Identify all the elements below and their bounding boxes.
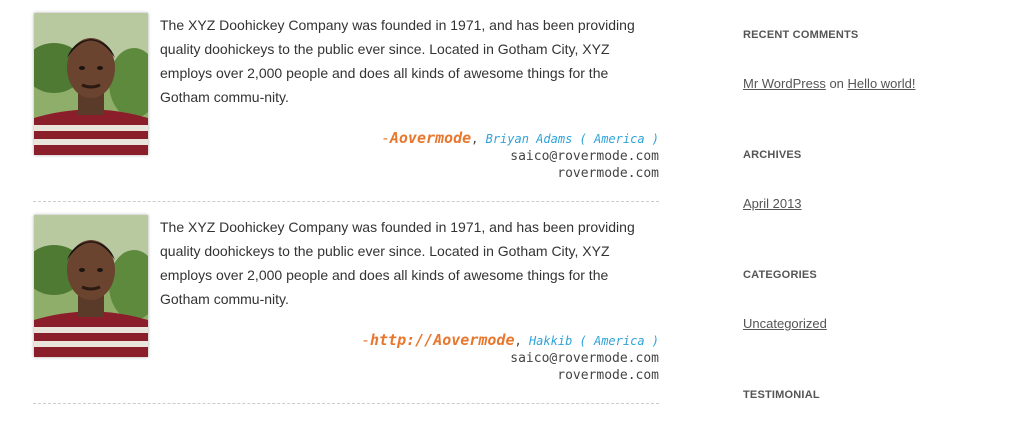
categories-list: Uncategorized xyxy=(743,316,827,331)
author-name: http://Aovermode xyxy=(370,331,515,349)
testimonial-signature: -http://Aovermode, Hakkib ( America ) sa… xyxy=(361,332,659,384)
commenter-link[interactable]: Mr WordPress xyxy=(743,76,826,91)
person-name: Briyan Adams ( America ) xyxy=(485,132,659,146)
signature-comma: , xyxy=(471,132,486,146)
archives-title: ARCHIVES xyxy=(743,149,802,161)
testimonial-signature: -Aovermode, Briyan Adams ( America ) sai… xyxy=(381,130,659,182)
author-email: saico@rovermode.com xyxy=(510,351,659,366)
signature-dash: - xyxy=(360,331,370,349)
testimonial-widget-title: TESTIMONIAL xyxy=(743,389,820,401)
person-name: Hakkib ( America ) xyxy=(528,334,659,348)
comment-post-link[interactable]: Hello world! xyxy=(848,76,916,91)
person-photo xyxy=(34,215,148,357)
testimonial-item: The XYZ Doohickey Company was founded in… xyxy=(33,202,659,404)
testimonial-item: The XYZ Doohickey Company was founded in… xyxy=(33,0,659,202)
category-link-uncategorized[interactable]: Uncategorized xyxy=(743,316,827,331)
signature-dash: - xyxy=(380,129,390,147)
testimonials-list: The XYZ Doohickey Company was founded in… xyxy=(33,0,659,404)
author-email: saico@rovermode.com xyxy=(510,149,659,164)
signature-name-line: -Aovermode, Briyan Adams ( America ) xyxy=(381,130,659,148)
categories-title: CATEGORIES xyxy=(743,269,817,281)
testimonial-quote: The XYZ Doohickey Company was founded in… xyxy=(160,219,635,307)
person-photo xyxy=(34,13,148,155)
recent-comments-title: RECENT COMMENTS xyxy=(743,29,859,41)
archive-link-april-2013[interactable]: April 2013 xyxy=(743,196,802,211)
comment-on-text: on xyxy=(829,76,844,91)
signature-comma: , xyxy=(514,334,529,348)
author-website: rovermode.com xyxy=(557,166,659,181)
recent-comment-entry: Mr WordPress on Hello world! xyxy=(743,76,915,91)
archives-list: April 2013 xyxy=(743,196,802,211)
testimonial-quote: The XYZ Doohickey Company was founded in… xyxy=(160,17,635,105)
author-name: Aovermode xyxy=(389,129,472,147)
author-website: rovermode.com xyxy=(557,368,659,383)
signature-name-line: -http://Aovermode, Hakkib ( America ) xyxy=(361,332,659,350)
